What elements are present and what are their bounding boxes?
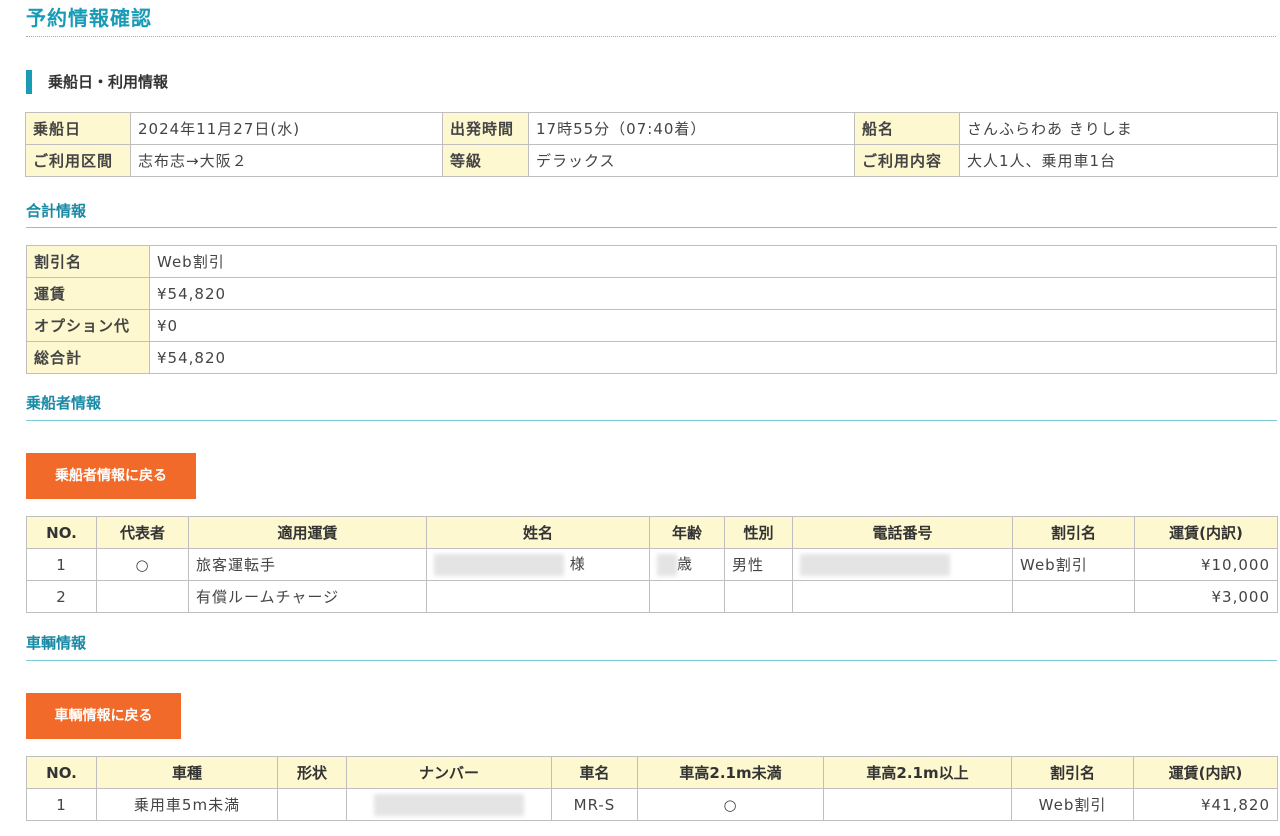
route-value: 志布志→大阪２ [130,144,443,177]
vehicle-car-name: MR-S [551,788,638,821]
passenger-phone [792,580,1013,613]
col-shape: 形状 [277,756,347,789]
boarding-info-table: 乗船日 2024年11月27日(水) 出発時間 17時55分（07:40着） 船… [25,112,1278,177]
passenger-age: 歳 [649,548,725,581]
height-over-mark [823,788,1012,821]
col-height-over: 車高2.1m以上 [823,756,1012,789]
passenger-name [426,580,650,613]
fare-label: 運賃 [26,277,150,310]
boarding-date-label: 乗船日 [25,112,131,145]
age-suffix: 歳 [677,555,694,574]
col-phone: 電話番号 [792,516,1013,549]
col-fare: 運賃(内訳) [1133,756,1278,789]
fare-type: 旅客運転手 [188,548,427,581]
table-row: 1 ○ 旅客運転手 様 歳 男性 Web割引 ¥10,000 [26,548,1278,581]
table-row: 1 乗用車5m未満 MR-S ○ Web割引 ¥41,820 [26,788,1278,821]
passengers-divider [26,420,1277,421]
vehicle-plate [346,788,552,821]
class-value: デラックス [528,144,855,177]
discount-name-value: Web割引 [149,245,1277,278]
col-vehicle-type: 車種 [96,756,278,789]
totals-row: 総合計 ¥54,820 [26,341,1277,374]
option-fee-value: ¥0 [149,309,1277,342]
title-divider [26,36,1276,37]
option-fee-label: オプション代 [26,309,150,342]
passenger-phone [792,548,1013,581]
back-to-passenger-info-button[interactable]: 乗船者情報に戻る [26,453,196,499]
col-no: NO. [26,516,97,549]
boarding-date-value: 2024年11月27日(水) [130,112,443,145]
passenger-discount [1012,580,1135,613]
totals-table: 割引名 Web割引 運賃 ¥54,820 オプション代 ¥0 総合計 ¥54,8… [26,245,1277,374]
col-discount: 割引名 [1012,516,1135,549]
height-under-mark: ○ [637,788,824,821]
vehicles-header-row: NO. 車種 形状 ナンバー 車名 車高2.1m未満 車高2.1m以上 割引名 … [26,756,1278,789]
col-age: 年齢 [649,516,725,549]
col-car-name: 車名 [551,756,638,789]
route-label: ご利用区間 [25,144,131,177]
vehicle-type: 乗用車5m未満 [96,788,278,821]
col-plate-number: ナンバー [346,756,552,789]
totals-row: 運賃 ¥54,820 [26,277,1277,310]
col-height-under: 車高2.1m未満 [637,756,824,789]
vehicles-section-heading: 車輌情報 [26,634,87,652]
grand-total-label: 総合計 [26,341,150,374]
passenger-age [649,580,725,613]
redacted-name [434,553,564,576]
table-row: 2 有償ルームチャージ ¥3,000 [26,580,1278,613]
col-name: 姓名 [426,516,650,549]
vehicle-no: 1 [26,788,97,821]
passenger-no: 1 [26,548,97,581]
totals-divider [26,227,1277,228]
col-gender: 性別 [724,516,793,549]
departure-time-value: 17時55分（07:40着） [528,112,855,145]
ship-name-value: さんふらわあ きりしま [959,112,1278,145]
passengers-table: NO. 代表者 適用運賃 姓名 年齢 性別 電話番号 割引名 運賃(内訳) 1 … [26,516,1278,613]
passengers-header-row: NO. 代表者 適用運賃 姓名 年齢 性別 電話番号 割引名 運賃(内訳) [26,516,1278,549]
back-to-vehicle-info-button[interactable]: 車輌情報に戻る [26,693,181,739]
passenger-gender [724,580,793,613]
fare-type: 有償ルームチャージ [188,580,427,613]
redacted-plate [374,793,524,816]
passenger-gender: 男性 [724,548,793,581]
passenger-fare: ¥10,000 [1134,548,1278,581]
col-discount: 割引名 [1011,756,1134,789]
totals-section-heading: 合計情報 [26,202,87,220]
representative-mark [96,580,189,613]
usage-label: ご利用内容 [854,144,960,177]
representative-mark: ○ [96,548,189,581]
ship-name-label: 船名 [854,112,960,145]
col-representative: 代表者 [96,516,189,549]
departure-time-label: 出発時間 [442,112,529,145]
vehicle-fare: ¥41,820 [1133,788,1278,821]
totals-row: オプション代 ¥0 [26,309,1277,342]
passenger-discount: Web割引 [1012,548,1135,581]
passengers-section-heading: 乗船者情報 [26,394,102,412]
usage-value: 大人1人、乗用車1台 [959,144,1278,177]
col-fare: 運賃(内訳) [1134,516,1278,549]
passenger-no: 2 [26,580,97,613]
discount-name-label: 割引名 [26,245,150,278]
grand-total-value: ¥54,820 [149,341,1277,374]
vehicle-shape [277,788,347,821]
redacted-age [657,553,677,576]
vehicle-discount: Web割引 [1011,788,1134,821]
col-fare-type: 適用運賃 [188,516,427,549]
vehicles-divider [26,660,1277,661]
page-title: 予約情報確認 [26,6,152,30]
class-label: 等級 [442,144,529,177]
passenger-name: 様 [426,548,650,581]
passenger-fare: ¥3,000 [1134,580,1278,613]
fare-value: ¥54,820 [149,277,1277,310]
totals-row: 割引名 Web割引 [26,245,1277,278]
col-no: NO. [26,756,97,789]
boarding-section-heading: 乗船日・利用情報 [26,70,168,94]
name-suffix: 様 [569,555,586,574]
vehicles-table: NO. 車種 形状 ナンバー 車名 車高2.1m未満 車高2.1m以上 割引名 … [26,756,1278,821]
redacted-phone [800,553,950,576]
